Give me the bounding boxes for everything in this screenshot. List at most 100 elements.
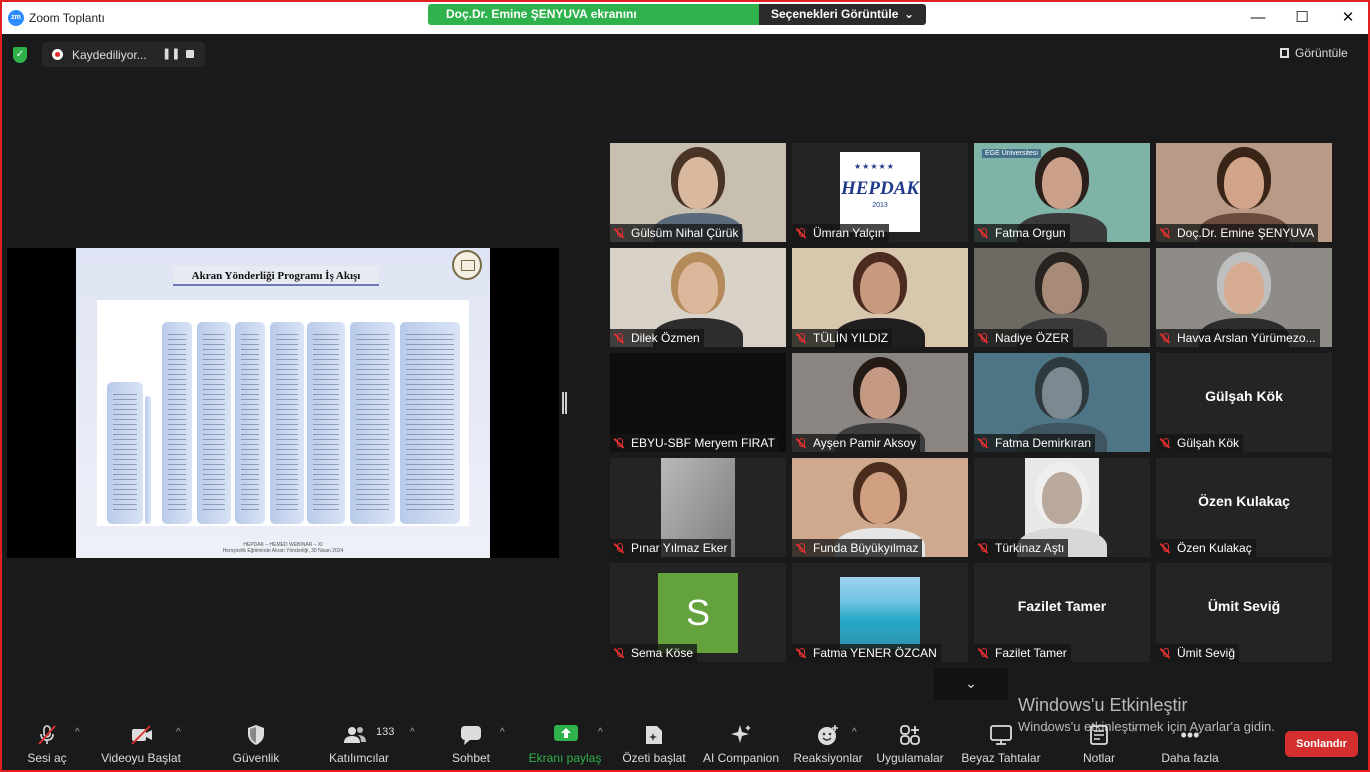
minimize-button[interactable]: —	[1248, 9, 1268, 27]
mic-muted-icon	[978, 542, 988, 554]
participant-tile[interactable]: Ayşen Pamir Aksoy	[792, 353, 968, 452]
resize-splitter[interactable]	[562, 392, 567, 414]
notes-caret-icon[interactable]: ^	[1132, 727, 1137, 738]
mic-muted-icon	[1160, 647, 1170, 659]
start-video-button[interactable]: Videoyu Başlat	[100, 712, 182, 770]
participant-name: Fazilet Tamer	[995, 646, 1067, 660]
person-face	[1224, 262, 1264, 314]
title-bar: zm Zoom Toplantı Doç.Dr. Emine ŞENYUVA e…	[2, 2, 1368, 34]
mic-muted-icon	[796, 227, 806, 239]
participant-tile[interactable]: Nadiye ÖZER	[974, 248, 1150, 347]
flow-step	[145, 396, 151, 524]
share-banner: Doç.Dr. Emine ŞENYUVA ekranını görüntülü…	[428, 4, 926, 25]
mic-muted-icon	[796, 647, 806, 659]
participant-tile[interactable]: Dilek Özmen	[610, 248, 786, 347]
share-caret-icon[interactable]: ^	[598, 727, 603, 738]
participant-tile[interactable]: Funda Büyükyılmaz	[792, 458, 968, 557]
participant-avatar: S	[658, 573, 738, 653]
participant-tile[interactable]: EGE Üniversitesi Fatma Orgun	[974, 143, 1150, 242]
mic-muted-icon	[978, 332, 988, 344]
participant-tile[interactable]: ★★★★★ HEPDAK 2013 Ümran Yalçın	[792, 143, 968, 242]
participant-name-bar: Nadiye ÖZER	[974, 329, 1074, 347]
whiteboards-button[interactable]: Beyaz Tahtalar	[960, 712, 1042, 770]
flow-step	[307, 322, 345, 524]
chat-label: Sohbet	[451, 751, 491, 765]
window-title: Zoom Toplantı	[29, 11, 105, 25]
person-face	[860, 367, 900, 419]
whiteboards-label: Beyaz Tahtalar	[961, 751, 1041, 765]
audio-options-caret-icon[interactable]: ^	[75, 727, 80, 738]
shared-screen: Akran Yönderliği Programı İş Akışı HEPDA…	[7, 248, 559, 558]
mic-off-icon	[36, 724, 58, 746]
end-meeting-button[interactable]: Sonlandır	[1285, 731, 1358, 757]
participants-caret-icon[interactable]: ^	[410, 727, 415, 738]
participant-count: 133	[376, 726, 395, 738]
zoom-meeting-window: zm Zoom Toplantı Doç.Dr. Emine ŞENYUVA e…	[0, 0, 1370, 772]
notes-button[interactable]: Notlar	[1074, 712, 1124, 770]
apps-icon	[899, 724, 921, 746]
participant-name-bar: Doç.Dr. Emine ŞENYUVA	[1156, 224, 1319, 242]
stop-recording-button[interactable]	[186, 50, 194, 58]
participant-name-bar: Fatma Orgun	[974, 224, 1070, 242]
mic-muted-icon	[1160, 332, 1170, 344]
person-face	[860, 262, 900, 314]
summary-icon	[643, 724, 665, 746]
reactions-caret-icon[interactable]: ^	[852, 727, 857, 738]
participant-tile[interactable]: Gülşah Kök Gülşah Kök	[1156, 353, 1332, 452]
start-summary-label: Özeti başlat	[622, 751, 686, 765]
apps-button[interactable]: Uygulamalar	[874, 712, 946, 770]
participant-name-bar: Özen Kulakaç	[1156, 539, 1256, 557]
participant-tile[interactable]: Doç.Dr. Emine ŞENYUVA	[1156, 143, 1332, 242]
participant-name: Pınar Yılmaz Eker	[631, 541, 728, 555]
participant-tile[interactable]: S Sema Köse	[610, 563, 786, 662]
ai-companion-button[interactable]: AI Companion	[700, 712, 782, 770]
start-summary-button[interactable]: Özeti başlat	[620, 712, 688, 770]
share-screen-button[interactable]: Ekranı paylaş	[528, 712, 602, 770]
more-button[interactable]: ••• Daha fazla	[1158, 712, 1222, 770]
participant-tile[interactable]: Fatma Demirkıran	[974, 353, 1150, 452]
flow-step	[235, 322, 265, 524]
mic-muted-icon	[614, 647, 624, 659]
chat-caret-icon[interactable]: ^	[500, 727, 505, 738]
participant-tile[interactable]: Fatma YENER ÖZCAN	[792, 563, 968, 662]
video-options-caret-icon[interactable]: ^	[176, 727, 181, 738]
view-options-button[interactable]: Seçenekleri Görüntüle ⌄	[759, 4, 926, 25]
participant-tile[interactable]: Pınar Yılmaz Eker	[610, 458, 786, 557]
participant-name: TÜLİN YILDIZ	[813, 331, 889, 345]
participant-name: Ayşen Pamir Aksoy	[813, 436, 917, 450]
participant-tile[interactable]: Türkinaz Aştı	[974, 458, 1150, 557]
participant-tile[interactable]: EBYU-SBF Meryem FIRAT	[610, 353, 786, 452]
unmute-button[interactable]: Sesi aç	[22, 712, 72, 770]
participant-name: Türkinaz Aştı	[995, 541, 1065, 555]
participant-name: Fatma Orgun	[995, 226, 1066, 240]
encryption-shield-icon[interactable]: ✓	[13, 47, 27, 63]
participant-tile[interactable]: Fazilet Tamer Fazilet Tamer	[974, 563, 1150, 662]
pause-recording-button[interactable]: ❚❚	[162, 47, 180, 60]
flow-step	[162, 322, 192, 524]
person-face	[678, 262, 718, 314]
flow-step	[107, 382, 143, 524]
recording-indicator: Kaydediliyor... ❚❚	[42, 42, 205, 67]
close-button[interactable]: ✕	[1338, 9, 1358, 27]
participant-tile[interactable]: Ümit Seviğ Ümit Seviğ	[1156, 563, 1332, 662]
reactions-button[interactable]: Reaksiyonlar	[792, 712, 864, 770]
participant-tile[interactable]: Havva Arslan Yürümezo...	[1156, 248, 1332, 347]
smiley-icon	[817, 724, 839, 746]
maximize-button[interactable]: ☐	[1292, 9, 1312, 27]
participant-tile[interactable]: TÜLİN YILDIZ	[792, 248, 968, 347]
participant-name: Nadiye ÖZER	[995, 331, 1070, 345]
view-button[interactable]: Görüntüle	[1280, 46, 1348, 60]
participants-button[interactable]: 133 Katılımcılar	[324, 712, 394, 770]
participant-name: Gülşah Kök	[1177, 436, 1240, 450]
participant-name-bar: Fatma YENER ÖZCAN	[792, 644, 941, 662]
notes-label: Notlar	[1082, 751, 1115, 765]
hide-toolbar-chevron-icon[interactable]: ⌄	[934, 668, 1008, 700]
participant-name-bar: Ümit Seviğ	[1156, 644, 1240, 662]
participant-name: Fatma YENER ÖZCAN	[813, 646, 937, 660]
security-button[interactable]: Güvenlik	[227, 712, 285, 770]
chat-button[interactable]: Sohbet	[446, 712, 496, 770]
participant-tile[interactable]: Özen Kulakaç Özen Kulakaç	[1156, 458, 1332, 557]
participant-tile[interactable]: Gülsüm Nihal Çürük	[610, 143, 786, 242]
whiteboards-caret-icon[interactable]: ^	[1044, 727, 1049, 738]
participant-name-bar: EBYU-SBF Meryem FIRAT	[610, 434, 779, 452]
